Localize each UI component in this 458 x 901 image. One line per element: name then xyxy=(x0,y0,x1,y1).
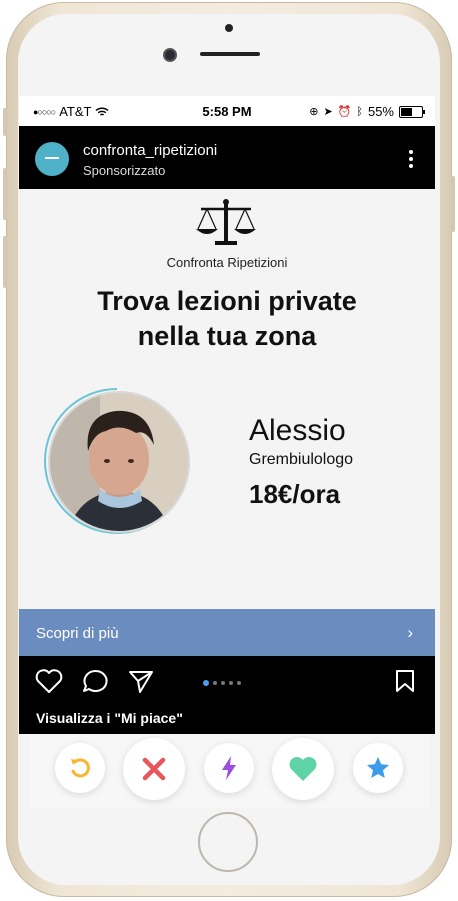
carousel-dot-active xyxy=(203,680,209,686)
scales-icon xyxy=(196,199,256,245)
like-button[interactable] xyxy=(272,738,334,800)
learn-more-label: Scopri di più xyxy=(36,625,119,642)
carousel-dot xyxy=(221,681,225,685)
view-likes-link[interactable]: Visualizza i "Mi piace" xyxy=(36,710,183,726)
comment-icon[interactable] xyxy=(81,668,109,694)
more-icon[interactable] xyxy=(409,150,413,171)
battery-icon xyxy=(399,105,425,118)
carousel-dot xyxy=(213,681,217,685)
like-icon xyxy=(289,757,317,781)
front-camera xyxy=(163,48,177,62)
headline: Trova lezioni private nella tua zona xyxy=(19,284,435,354)
ad-creative[interactable]: Confronta Ripetizioni Trova lezioni priv… xyxy=(19,189,435,609)
tutor-role: Grembiulologo xyxy=(249,451,354,468)
volume-down-button xyxy=(3,236,7,288)
status-bar: ●○○○○ AT&T 5:58 PM ⊕ ➤ ⏰ ᛒ 55% xyxy=(19,96,435,126)
headline-line-2: nella tua zona xyxy=(137,321,317,351)
learn-more-button[interactable]: Scopri di più › xyxy=(19,609,435,656)
superlike-icon xyxy=(367,757,389,778)
rewind-button[interactable] xyxy=(55,743,105,793)
location-icon: ➤ xyxy=(323,106,333,118)
nope-button[interactable] xyxy=(123,738,185,800)
superlike-button[interactable] xyxy=(353,743,403,793)
brand-name: Confronta Ripetizioni xyxy=(166,255,288,270)
bookmark-icon[interactable] xyxy=(393,668,417,694)
tutor-photo xyxy=(48,391,190,533)
volume-up-button xyxy=(3,168,7,220)
earpiece-speaker xyxy=(200,52,260,56)
chevron-right-icon: › xyxy=(407,623,413,642)
tutor-price: 18€/ora xyxy=(249,479,341,509)
post-header: confronta_ripetizioni Sponsorizzato xyxy=(19,126,435,189)
account-username[interactable]: confronta_ripetizioni xyxy=(83,142,217,159)
bluetooth-icon: ᛒ xyxy=(356,105,363,118)
power-button xyxy=(451,176,455,232)
screen: ●○○○○ AT&T 5:58 PM ⊕ ➤ ⏰ ᛒ 55% confronta… xyxy=(19,96,435,808)
share-icon[interactable] xyxy=(127,668,155,694)
tutor-portrait xyxy=(50,393,188,531)
carousel-dot xyxy=(237,681,241,685)
lock-rotation-icon: ⊕ xyxy=(309,106,319,118)
rewind-icon xyxy=(71,758,90,778)
boost-icon xyxy=(222,756,236,780)
mute-switch xyxy=(3,108,7,136)
heart-icon[interactable] xyxy=(35,668,63,694)
swipe-actions-bar xyxy=(29,734,429,808)
proximity-sensor xyxy=(225,24,233,32)
home-button[interactable] xyxy=(198,812,258,872)
carousel-dot xyxy=(229,681,233,685)
nope-icon xyxy=(142,757,166,781)
account-avatar[interactable] xyxy=(35,142,69,176)
carousel-indicator xyxy=(203,680,241,686)
alarm-icon: ⏰ xyxy=(337,106,352,118)
tutor-name: Alessio xyxy=(249,414,346,447)
headline-line-1: Trova lezioni private xyxy=(97,286,357,316)
boost-button[interactable] xyxy=(204,743,254,793)
battery-percent: 55% xyxy=(367,104,394,119)
post-actions: Visualizza i "Mi piace" xyxy=(19,656,435,734)
sponsored-label: Sponsorizzato xyxy=(83,163,166,178)
